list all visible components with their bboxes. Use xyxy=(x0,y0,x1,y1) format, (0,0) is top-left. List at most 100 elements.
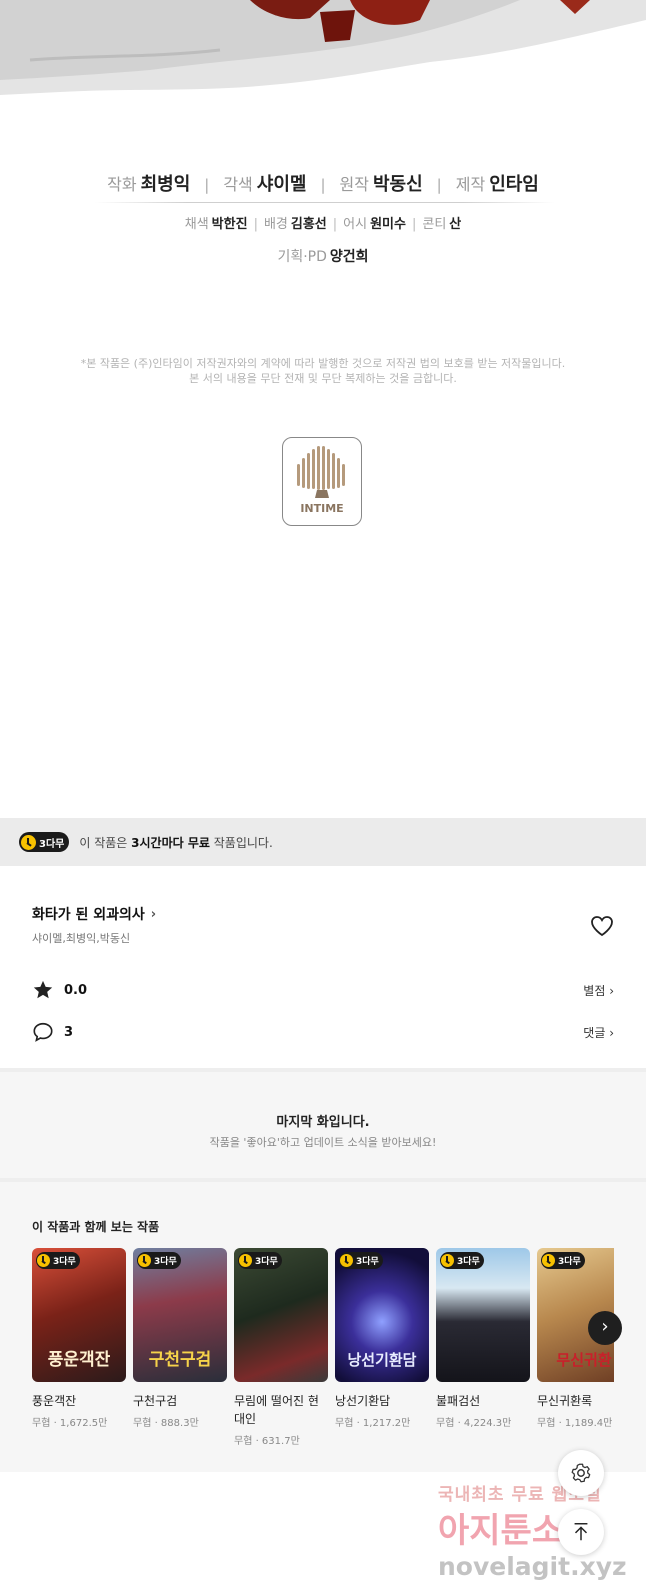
credit-role: 배경 xyxy=(263,217,288,232)
free-banner-text: 이 작품은 3시간마다 무료 작품입니다. xyxy=(79,834,272,851)
credit-name: 산 xyxy=(449,217,462,232)
comments-link[interactable]: 댓글 › xyxy=(583,1024,614,1041)
credits-pd-line: 기획·PD 양건희 xyxy=(0,246,646,266)
cover-title-art: 구천구검 xyxy=(148,1350,212,1370)
card-title: 불패검선 xyxy=(436,1394,481,1408)
recommendation-card[interactable]: 3다무 풍운객잔 풍운객잔 무협 · 1,672.5만 xyxy=(32,1248,126,1429)
3damu-badge: 3다무 xyxy=(440,1252,484,1269)
settings-button[interactable] xyxy=(558,1450,604,1496)
free-every-3h-banner: 3다무 이 작품은 3시간마다 무료 작품입니다. xyxy=(0,818,646,866)
credit-role: 원작 xyxy=(339,175,369,194)
separator: | xyxy=(204,176,210,194)
clock-icon xyxy=(239,1254,252,1267)
free-text-prefix: 이 작품은 xyxy=(79,835,132,850)
separator: | xyxy=(436,176,442,194)
card-title: 구천구검 xyxy=(133,1394,178,1408)
comments-count: 3 xyxy=(64,1024,74,1040)
credits-sub-line: 채색 박한진 | 배경 김홍선 | 어시 원미수 | 콘티 산 xyxy=(0,213,646,232)
card-title: 낭선기환담 xyxy=(335,1394,391,1408)
notice-line: *본 작품은 (주)인타임이 저작권자와의 계약에 따라 발행한 것으로 저작권… xyxy=(80,357,566,370)
recommendation-card[interactable]: 3다무 낭선기환담 낭선기환담 무협 · 1,217.2만 xyxy=(335,1248,429,1429)
clock-icon xyxy=(138,1254,151,1267)
recommendation-carousel: 3다무 풍운객잔 풍운객잔 무협 · 1,672.5만 3다무 구천구검 구천구… xyxy=(32,1248,614,1458)
recommendation-section: 이 작품과 함께 보는 작품 3다무 풍운객잔 풍운객잔 무협 · 1,672.… xyxy=(0,1182,646,1472)
separator: | xyxy=(332,217,338,232)
recommendation-card[interactable]: 3다무 무림에 떨어진 현대인 무협 · 631.7만 xyxy=(234,1248,328,1447)
heart-icon[interactable] xyxy=(589,914,615,938)
scroll-top-button[interactable] xyxy=(558,1509,604,1555)
watermark-domain: novelagit.xyz xyxy=(438,1552,627,1581)
badge-label: 3다무 xyxy=(53,1257,76,1267)
cover-title-art: 무신귀환 xyxy=(556,1351,612,1369)
carousel-next-button[interactable]: › xyxy=(588,1311,622,1345)
separator: | xyxy=(411,217,417,232)
recommendation-card[interactable]: 3다무 구천구검 구천구검 무협 · 888.3만 xyxy=(133,1248,227,1429)
chevron-right-icon: › xyxy=(150,906,157,922)
clock-icon xyxy=(542,1254,555,1267)
comic-credits-panel: 작화 최병익 | 각색 샤이멜 | 원작 박동신 | 제작 인타임 채색 박한진 | 배경 김홍선 | 어시 원미… xyxy=(0,0,646,818)
credit-role: 채색 xyxy=(184,217,209,232)
last-episode-notice: 마지막 화입니다. 작품을 '좋아요'하고 업데이트 소식을 받아보세요! xyxy=(0,1072,646,1178)
work-info-section: 화타가 된 외과의사 › 샤이멜,최병익,박동신 0.0 별점 › 3 댓글 › xyxy=(0,866,646,1068)
3damu-badge: 3다무 xyxy=(238,1252,282,1269)
3damu-badge: 3다무 xyxy=(36,1252,80,1269)
card-title: 무림에 떨어진 현대인 xyxy=(234,1394,319,1426)
work-authors: 샤이멜,최병익,박동신 xyxy=(32,932,131,945)
3damu-badge: 3다무 xyxy=(339,1252,383,1269)
card-meta: 무협 · 1,189.4만 xyxy=(537,1418,613,1429)
rating-row: 0.0 별점 › xyxy=(32,978,614,1002)
arrow-up-icon xyxy=(574,1523,588,1541)
work-title-link[interactable]: 화타가 된 외과의사 › xyxy=(32,904,156,924)
badge-label: 3다무 xyxy=(356,1257,379,1267)
rating-value: 0.0 xyxy=(64,982,88,998)
recommendation-title: 이 작품과 함께 보는 작품 xyxy=(32,1220,160,1234)
badge-label: 3다무 xyxy=(558,1257,581,1267)
3damu-badge: 3다무 xyxy=(541,1252,585,1269)
card-meta: 무협 · 4,224.3만 xyxy=(436,1418,512,1429)
card-meta: 무협 · 1,672.5만 xyxy=(32,1418,108,1429)
badge-label: 3다무 xyxy=(39,838,65,850)
card-meta: 무협 · 1,217.2만 xyxy=(335,1418,411,1429)
chevron-right-icon: › xyxy=(601,1316,609,1337)
credit-role: 기획·PD xyxy=(277,249,327,265)
badge-label: 3다무 xyxy=(154,1257,177,1267)
clock-icon xyxy=(21,834,36,850)
publisher-logo-mark xyxy=(297,446,345,498)
credit-role: 콘티 xyxy=(422,217,447,232)
3damu-badge: 3다무 xyxy=(19,832,70,852)
comments-link-label: 댓글 xyxy=(583,1025,606,1040)
card-title: 풍운객잔 xyxy=(32,1394,77,1408)
rating-link-label: 별점 xyxy=(583,983,606,998)
last-episode-title: 마지막 화입니다. xyxy=(276,1115,370,1130)
badge-label: 3다무 xyxy=(457,1257,480,1267)
card-title: 무신귀환록 xyxy=(537,1394,593,1408)
clock-icon xyxy=(340,1254,353,1267)
clock-icon xyxy=(37,1254,50,1267)
cover-title-art: 낭선기환담 xyxy=(347,1351,417,1369)
gear-icon xyxy=(571,1463,591,1483)
credit-name: 김홍선 xyxy=(290,217,327,232)
comment-icon xyxy=(33,1022,53,1042)
cover-title-art: 풍운객잔 xyxy=(47,1350,111,1370)
credit-role: 어시 xyxy=(343,217,368,232)
notice-line: 본 서의 내용을 무단 전재 및 무단 복제하는 것을 금합니다. xyxy=(189,372,457,385)
separator: | xyxy=(320,176,326,194)
cover-thumbnail: 3다무 xyxy=(436,1248,530,1382)
recommendation-card[interactable]: 3다무 불패검선 무협 · 4,224.3만 xyxy=(436,1248,530,1429)
publisher-logo-text: INTIME xyxy=(300,502,344,515)
credit-name: 박한진 xyxy=(211,217,248,232)
brush-stroke-title-art xyxy=(0,0,646,95)
work-title: 화타가 된 외과의사 xyxy=(32,907,145,923)
publisher-logo: INTIME xyxy=(282,437,362,526)
card-meta: 무협 · 631.7만 xyxy=(234,1436,300,1447)
cover-thumbnail: 3다무 xyxy=(234,1248,328,1382)
comments-row: 3 댓글 › xyxy=(32,1020,614,1044)
separator: | xyxy=(253,217,258,232)
cover-thumbnail: 3다무 낭선기환담 xyxy=(335,1248,429,1382)
star-icon xyxy=(33,980,53,999)
credits-divider xyxy=(95,202,555,203)
credit-name: 양건희 xyxy=(329,249,369,265)
rating-link[interactable]: 별점 › xyxy=(583,982,614,999)
badge-label: 3다무 xyxy=(255,1257,278,1267)
site-watermark: 국내최초 무료 웹소설 아지툰소설 novelagit.xyz xyxy=(438,1468,646,1589)
